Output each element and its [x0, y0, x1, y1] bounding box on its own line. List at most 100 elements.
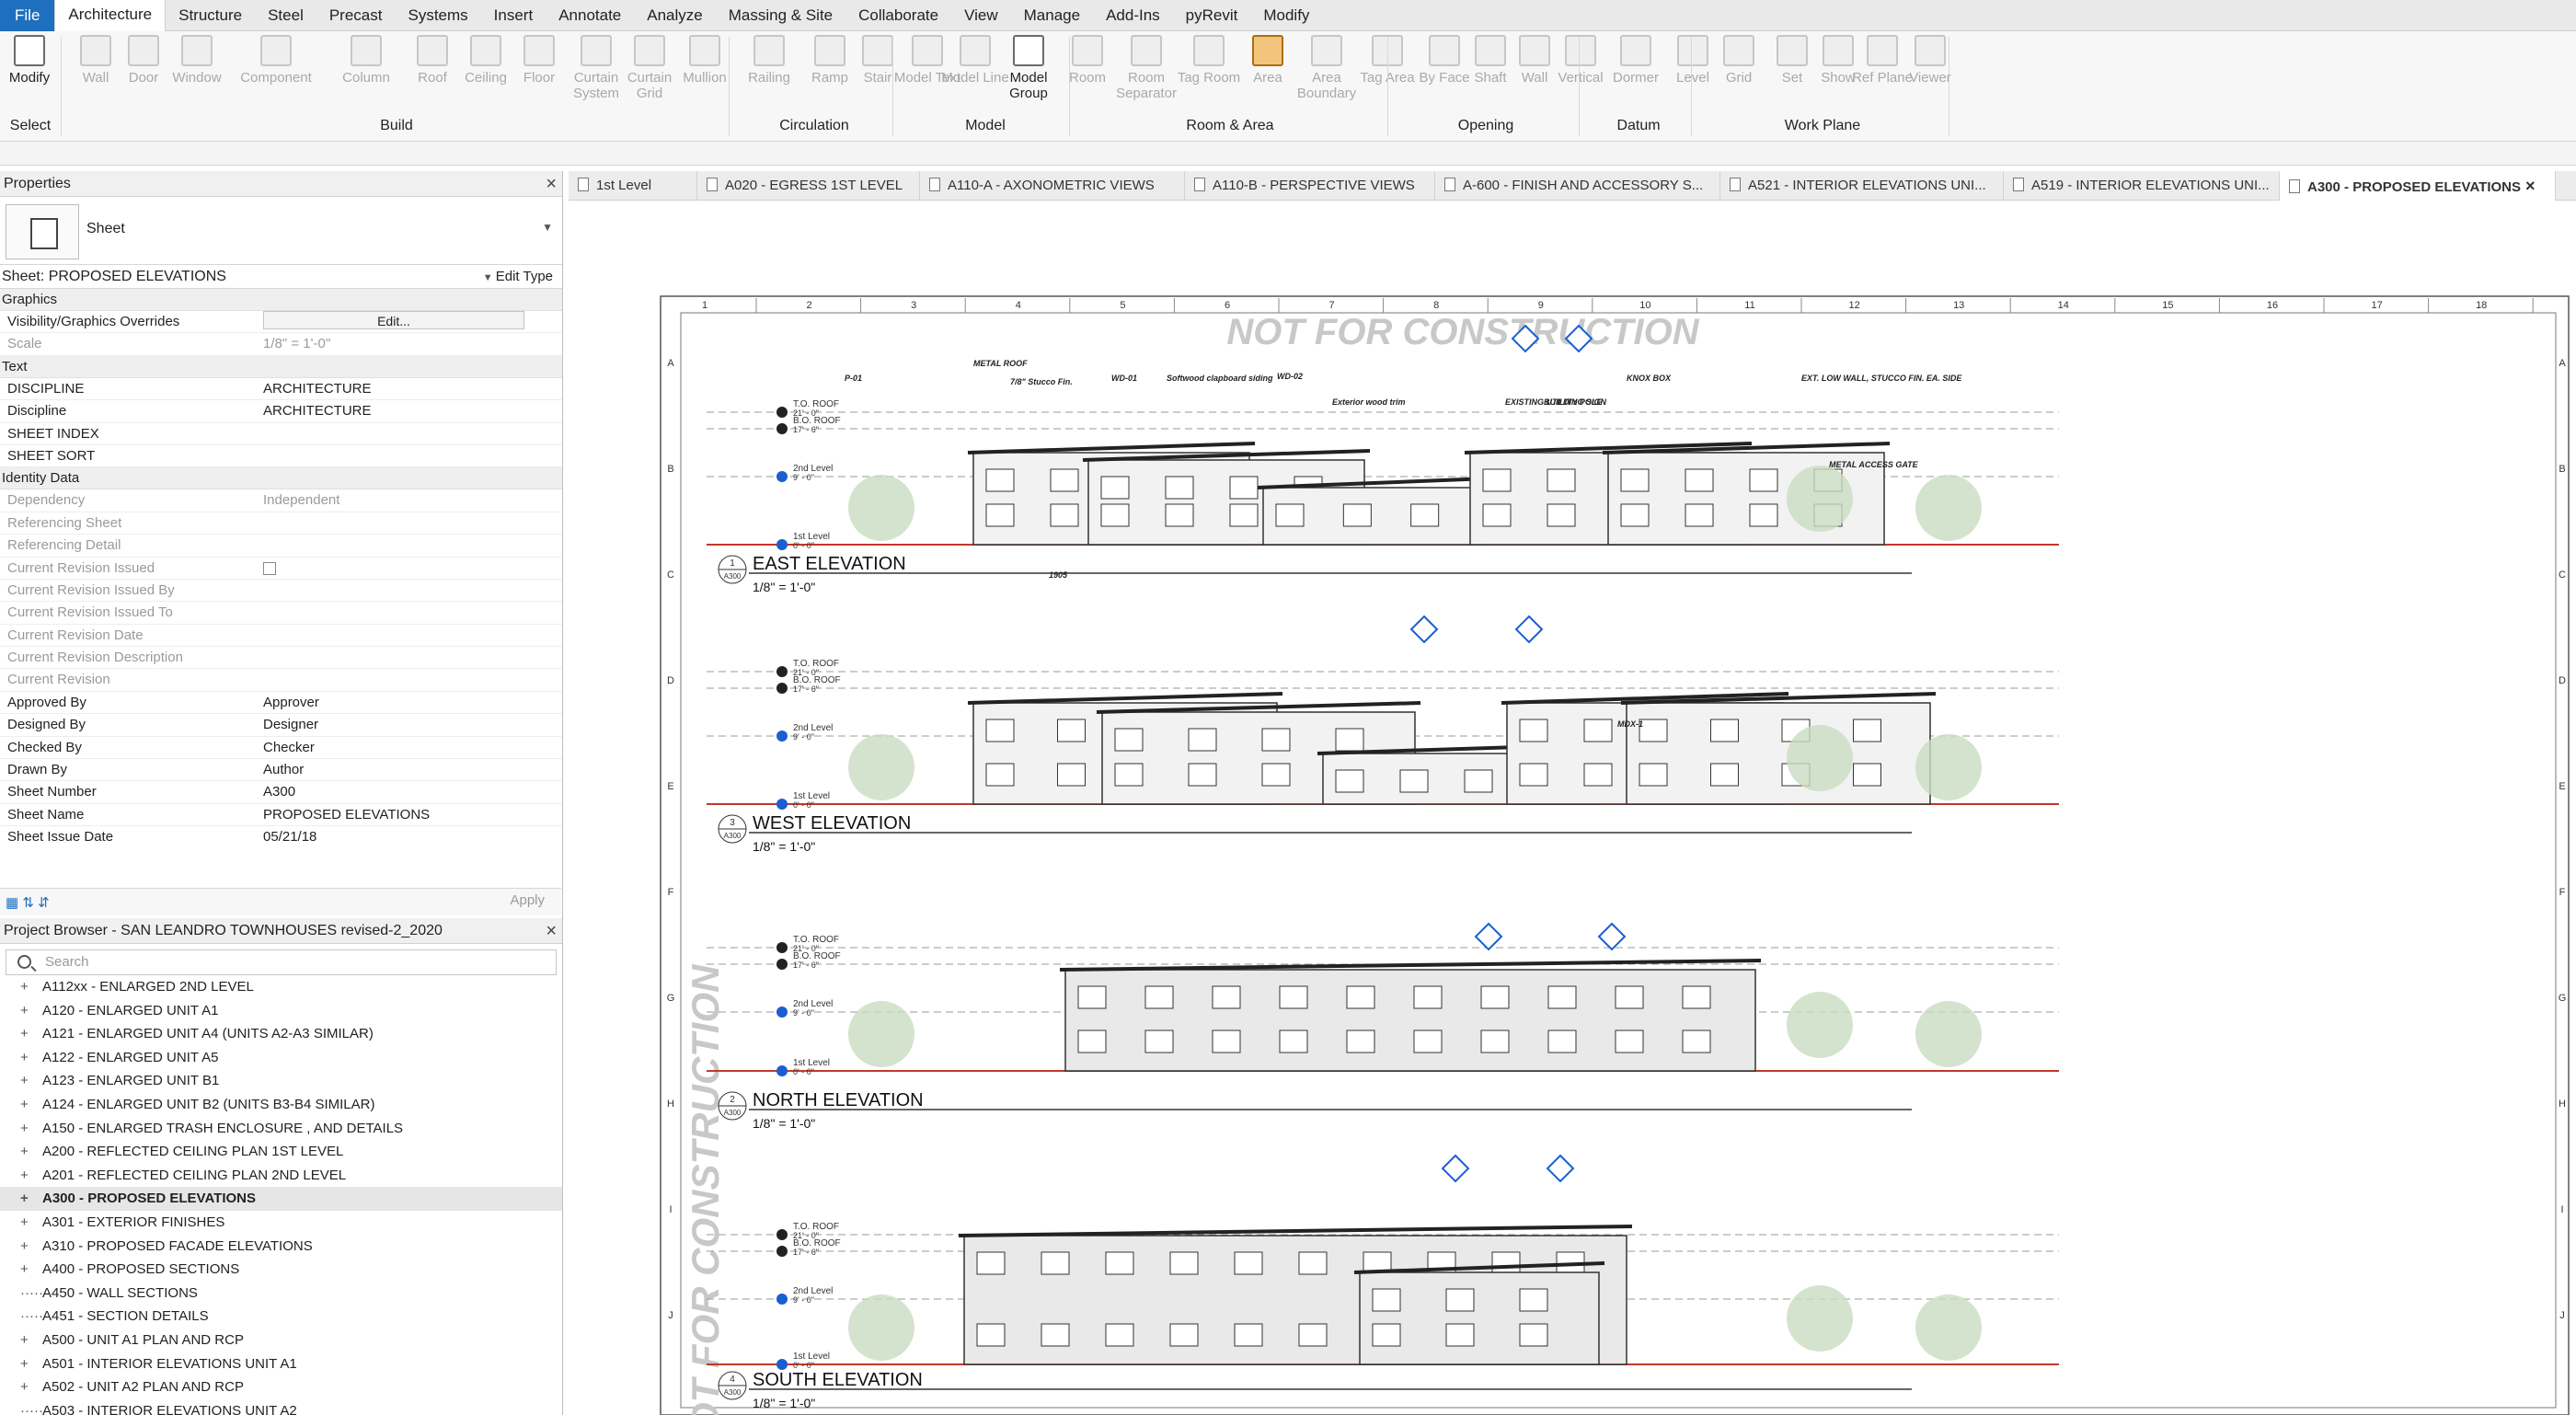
tab-structure[interactable]: Structure [166, 0, 255, 31]
tab-pyrevit[interactable]: pyRevit [1173, 0, 1251, 31]
browser-item[interactable]: + A310 - PROPOSED FACADE ELEVATIONS [0, 1235, 562, 1259]
property-value[interactable]: ARCHITECTURE [261, 378, 562, 399]
expand-icon[interactable]: + [20, 1140, 29, 1163]
view-tab[interactable]: A521 - INTERIOR ELEVATIONS UNI... [1720, 171, 2004, 201]
tab-collaborate[interactable]: Collaborate [845, 0, 951, 31]
expand-icon[interactable]: + [20, 1022, 29, 1045]
browser-item[interactable]: + A122 - ENLARGED UNIT A5 [0, 1046, 562, 1070]
chevron-down-icon[interactable]: ▼ [542, 221, 553, 234]
property-value[interactable]: PROPOSED ELEVATIONS [261, 804, 562, 825]
tab-architecture[interactable]: Architecture [54, 0, 167, 31]
level-elev: 9' - 0" [793, 1295, 814, 1305]
tool-window[interactable]: Window [160, 35, 234, 86]
tab-file[interactable]: File [0, 0, 55, 31]
browser-item[interactable]: + A120 - ENLARGED UNIT A1 [0, 999, 562, 1023]
browser-item[interactable]: + A123 - ENLARGED UNIT B1 [0, 1069, 562, 1093]
apply-button[interactable]: Apply [510, 892, 545, 908]
view-tab[interactable]: 1st Level [569, 171, 697, 201]
close-icon[interactable]: × [2521, 177, 2536, 195]
expand-icon[interactable]: + [20, 1352, 29, 1375]
section-graphics[interactable]: Graphics [0, 289, 562, 311]
tab-analyze[interactable]: Analyze [634, 0, 715, 31]
view-tab-label: A110-A - AXONOMETRIC VIEWS [948, 178, 1155, 193]
tab-steel[interactable]: Steel [255, 0, 316, 31]
browser-item[interactable]: + A301 - EXTERIOR FINISHES [0, 1211, 562, 1235]
expand-icon[interactable]: + [20, 1258, 29, 1281]
browser-item[interactable]: + A124 - ENLARGED UNIT B2 (UNITS B3-B4 SI… [0, 1093, 562, 1117]
instance-filter-label: Sheet: PROPOSED ELEVATIONS [2, 269, 226, 284]
tab-precast[interactable]: Precast [316, 0, 396, 31]
view-tab[interactable]: A110-A - AXONOMETRIC VIEWS [920, 171, 1185, 201]
view-tab[interactable]: A110-B - PERSPECTIVE VIEWS [1185, 171, 1435, 201]
expand-icon[interactable]: + [20, 1117, 29, 1140]
tool-viewer[interactable]: Viewer [1893, 35, 1967, 86]
view-tab[interactable]: A300 - PROPOSED ELEVATIONS × [2280, 171, 2556, 201]
tab-manage[interactable]: Manage [1011, 0, 1093, 31]
expand-icon[interactable]: + [20, 975, 29, 998]
browser-item[interactable]: + A112xx - ENLARGED 2ND LEVEL [0, 975, 562, 999]
property-value[interactable]: A300 [261, 781, 562, 802]
tool-column[interactable]: Column [329, 35, 403, 86]
type-selector[interactable]: Sheet ▼ [0, 197, 562, 265]
expand-icon[interactable]: + [20, 1329, 29, 1352]
expand-icon[interactable]: + [20, 1375, 29, 1398]
drawing-area[interactable]: 1 2 3 4 5 6 7 8 9 10 11 12 13 14 15 16 17 18 A A B B C C D D E E F F G… [569, 201, 2576, 1415]
view-tab[interactable]: A020 - EGRESS 1ST LEVEL [697, 171, 920, 201]
tab-view[interactable]: View [951, 0, 1011, 31]
property-value[interactable]: Checker [261, 737, 562, 758]
view-tab[interactable]: A-600 - FINISH AND ACCESSORY S... [1435, 171, 1720, 201]
browser-item[interactable]: + A121 - ENLARGED UNIT A4 (UNITS A2-A3 SI… [0, 1022, 562, 1046]
window [1077, 985, 1107, 1009]
browser-item[interactable]: + A500 - UNIT A1 PLAN AND RCP [0, 1329, 562, 1352]
close-icon[interactable]: × [546, 918, 557, 944]
browser-item[interactable]: ····· A451 - SECTION DETAILS [0, 1305, 562, 1329]
tab-massing-site[interactable]: Massing & Site [716, 0, 845, 31]
browser-item[interactable]: + A400 - PROPOSED SECTIONS [0, 1258, 562, 1282]
browser-item[interactable]: + A300 - PROPOSED ELEVATIONS [0, 1187, 562, 1211]
property-value[interactable]: Author [261, 759, 562, 780]
expand-icon[interactable]: + [20, 1093, 29, 1116]
browser-item[interactable]: ····· A450 - WALL SECTIONS [0, 1282, 562, 1306]
property-value[interactable] [261, 423, 562, 444]
property-value[interactable]: Edit... [261, 311, 562, 332]
tab-systems[interactable]: Systems [395, 0, 480, 31]
tool-modify[interactable]: Modify [0, 35, 66, 86]
grid-col-label: 16 [2267, 300, 2278, 311]
tool-mullion[interactable]: Mullion [668, 35, 742, 86]
section-text[interactable]: Text [0, 355, 562, 378]
tab-add-ins[interactable]: Add-Ins [1093, 0, 1173, 31]
section-identity-data[interactable]: Identity Data [0, 467, 562, 490]
property-value[interactable]: Designer [261, 714, 562, 735]
browser-item[interactable]: + A150 - ENLARGED TRASH ENCLOSURE , AND D… [0, 1117, 562, 1141]
properties-icon[interactable]: ▦ ⇅ ⇵ [6, 894, 50, 911]
expand-icon[interactable]: + [20, 1187, 29, 1210]
edit-overrides-button[interactable]: Edit... [263, 311, 524, 329]
browser-item[interactable]: ····· A503 - INTERIOR ELEVATIONS UNIT A2 [0, 1399, 562, 1415]
browser-item[interactable]: + A501 - INTERIOR ELEVATIONS UNIT A1 [0, 1352, 562, 1376]
instance-filter[interactable]: Sheet: PROPOSED ELEVATIONS ▼ Edit Type [0, 265, 562, 289]
tab-modify[interactable]: Modify [1250, 0, 1322, 31]
browser-item[interactable]: + A502 - UNIT A2 PLAN AND RCP [0, 1375, 562, 1399]
expand-icon[interactable]: + [20, 1211, 29, 1234]
property-value[interactable]: 05/21/18 [261, 826, 562, 846]
view-tab[interactable]: A519 - INTERIOR ELEVATIONS UNI... [2004, 171, 2280, 201]
browser-item[interactable]: + A200 - REFLECTED CEILING PLAN 1ST LEVEL [0, 1140, 562, 1164]
property-value[interactable]: ARCHITECTURE [261, 400, 562, 421]
grid-col-label: 12 [1848, 300, 1859, 311]
tool-component[interactable]: Component [239, 35, 313, 86]
tab-insert[interactable]: Insert [481, 0, 546, 31]
expand-icon[interactable]: + [20, 1069, 29, 1092]
checkbox[interactable] [263, 561, 276, 575]
property-value[interactable]: Approver [261, 692, 562, 713]
close-icon[interactable]: × [546, 171, 557, 197]
browser-item[interactable]: + A201 - REFLECTED CEILING PLAN 2ND LEVEL [0, 1164, 562, 1188]
tab-annotate[interactable]: Annotate [546, 0, 634, 31]
expand-icon[interactable]: + [20, 1046, 29, 1069]
expand-icon[interactable]: + [20, 1235, 29, 1258]
expand-icon[interactable]: + [20, 1164, 29, 1187]
view-tab-label: A-600 - FINISH AND ACCESSORY S... [1463, 178, 1704, 193]
property-value[interactable] [261, 445, 562, 466]
search-input[interactable]: Search [6, 949, 557, 975]
expand-icon[interactable]: + [20, 999, 29, 1022]
edit-type-button[interactable]: ▼ Edit Type [483, 265, 553, 290]
